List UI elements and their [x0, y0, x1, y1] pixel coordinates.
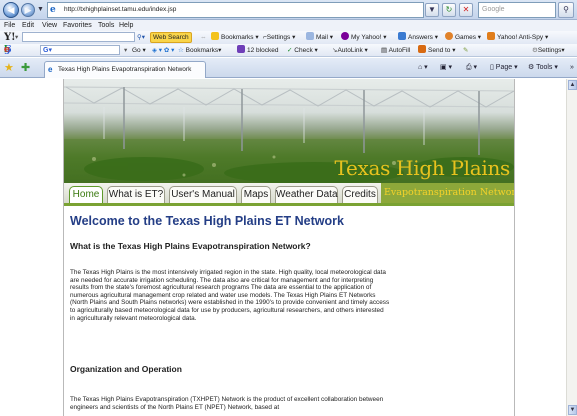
yahoo-logo-icon[interactable]: Y!: [4, 31, 16, 44]
page-menu-button[interactable]: ▯ Page ▾: [490, 62, 518, 74]
page-heading: Welcome to the Texas High Plains ET Netw…: [70, 214, 344, 228]
back-button[interactable]: ◀: [3, 2, 19, 18]
search-placeholder: Google: [482, 6, 505, 13]
autolink-button[interactable]: ↘AutoLink ▾: [332, 44, 368, 57]
print-icon[interactable]: ⎙ ▾: [466, 62, 477, 74]
tools-menu-button[interactable]: ⚙ Tools ▾: [528, 62, 558, 74]
web-search-button[interactable]: Web Search: [150, 32, 192, 43]
favorites-star-icon[interactable]: ★: [4, 61, 14, 74]
menu-edit[interactable]: Edit: [22, 20, 34, 31]
tab-texas-high-plains[interactable]: e Texas High Plains Evapotranspiration N…: [44, 61, 206, 78]
check-icon: ✓: [287, 47, 293, 54]
nav-tab-maps[interactable]: Maps: [241, 186, 271, 203]
popup-blocked-button[interactable]: 12 blocked: [237, 44, 278, 57]
google-bookmarks-button[interactable]: ☆ Bookmarks▾: [178, 44, 221, 57]
games-icon: [445, 32, 453, 40]
yahoo-menu-dropdown-icon[interactable]: ▾: [15, 31, 18, 44]
section-title-what-is: What is the Texas High Plains Evapotrans…: [70, 241, 311, 251]
google-settings-button[interactable]: ⚙Settings▾: [532, 44, 565, 57]
yahoo-answers-button[interactable]: Answers ▾: [398, 31, 438, 44]
site-subtitle: Evapotranspiration Network: [381, 183, 514, 203]
forward-button[interactable]: ▶: [21, 3, 35, 17]
yahoo-antispy-button[interactable]: Yahoo! Anti-Spy ▾: [487, 31, 548, 44]
address-bar-row: ◀ ▶ ▼ e http://txhighplainset.tamu.edu/i…: [0, 0, 577, 20]
search-icon[interactable]: ⚲: [558, 2, 574, 18]
nav-tab-weather-data[interactable]: Weather Data: [275, 186, 338, 203]
feeds-icon[interactable]: ▣ ▾: [440, 62, 452, 74]
site-banner: Texas High Plains: [64, 79, 514, 183]
my-yahoo-icon: [341, 32, 349, 40]
yahoo-toolbar: Y! ▾ ⚲▾ Web Search ⇔ Bookmarks ▾ ⌐Settin…: [0, 31, 577, 44]
nav-tab-what-is-et[interactable]: What is ET?: [107, 186, 165, 203]
menu-favorites[interactable]: Favorites: [63, 20, 92, 31]
nav-tab-home[interactable]: Home: [69, 186, 103, 203]
organization-paragraph: The Texas High Plains Evapotranspiration…: [70, 396, 384, 411]
google-search-dropdown-icon[interactable]: ▾: [124, 44, 127, 57]
nav-tab-credits[interactable]: Credits: [342, 186, 378, 203]
nav-tab-users-manual[interactable]: User's Manual: [169, 186, 237, 203]
google-g-icon: G▾: [43, 47, 52, 54]
menu-file[interactable]: File: [4, 20, 15, 31]
google-search-input[interactable]: G▾: [40, 45, 120, 55]
my-yahoo-button[interactable]: My Yahoo! ▾: [341, 31, 387, 44]
bookmarks-star-icon: ☆: [178, 47, 184, 54]
send-to-button[interactable]: Send to ▾: [418, 44, 456, 57]
yahoo-games-button[interactable]: Games ▾: [445, 31, 481, 44]
bookmarks-star-icon: [211, 32, 219, 40]
popup-blocker-icon: [237, 45, 245, 53]
section-title-organization: Organization and Operation: [70, 364, 182, 374]
url-text: http://txhighplainset.tamu.edu/index.jsp: [64, 6, 177, 13]
search-input[interactable]: Google: [478, 2, 556, 18]
overflow-chevron-icon[interactable]: »: [570, 62, 574, 74]
page-viewport: Texas High Plains Home What is ET? User'…: [0, 79, 566, 416]
site-nav: Home What is ET? User's Manual Maps Weat…: [64, 183, 514, 203]
tab-bar: ★ ✚ e Texas High Plains Evapotranspirati…: [0, 58, 577, 78]
vertical-scrollbar[interactable]: ▲ ▼: [566, 79, 577, 416]
google-page-icons[interactable]: ◈ ▾ ✿ ▾: [152, 44, 174, 57]
spell-check-button[interactable]: ✓ Check ▾: [287, 44, 318, 57]
yahoo-bookmarks-button[interactable]: Bookmarks ▾: [211, 31, 259, 44]
highlight-icon[interactable]: ✎: [463, 44, 468, 57]
autofill-button[interactable]: ▤ AutoFill: [381, 44, 410, 57]
history-dropdown-icon[interactable]: ▼: [37, 6, 44, 13]
ie-page-icon: e: [50, 5, 56, 15]
home-icon[interactable]: ⌂ ▾: [418, 62, 428, 74]
divider-arrow-icon: ⇔: [200, 34, 207, 41]
antispy-icon: [487, 32, 495, 40]
stop-icon[interactable]: ✕: [459, 3, 473, 17]
menu-bar: File Edit View Favorites Tools Help: [0, 20, 577, 31]
refresh-icon[interactable]: ↻: [442, 3, 456, 17]
address-dropdown-icon[interactable]: ▼: [425, 3, 439, 17]
menu-view[interactable]: View: [42, 20, 57, 31]
mail-icon: [306, 32, 314, 40]
address-input[interactable]: e http://txhighplainset.tamu.edu/index.j…: [47, 2, 424, 18]
answers-icon: [398, 32, 406, 40]
yahoo-mail-button[interactable]: Mail ▾: [306, 31, 333, 44]
scroll-down-icon[interactable]: ▼: [568, 405, 577, 415]
autofill-icon: ▤: [381, 47, 388, 54]
google-go-button[interactable]: Go ▾: [132, 44, 146, 57]
intro-paragraph: The Texas High Plains is the most intens…: [70, 269, 390, 322]
menu-tools[interactable]: Tools: [98, 20, 114, 31]
ie-page-icon: e: [48, 65, 53, 74]
site-container: Texas High Plains Home What is ET? User'…: [63, 79, 515, 416]
yahoo-search-input[interactable]: [22, 32, 135, 42]
google-toolbar: Google G▾ ▾ Go ▾ ◈ ▾ ✿ ▾ ☆ Bookmarks▾ 12…: [0, 44, 577, 57]
send-to-icon: [418, 45, 426, 53]
site-title: Texas High Plains: [334, 156, 510, 180]
scroll-up-icon[interactable]: ▲: [568, 80, 577, 90]
menu-help[interactable]: Help: [119, 20, 133, 31]
nav-divider: [64, 203, 514, 206]
yahoo-settings-button[interactable]: ⌐Settings ▾: [263, 31, 295, 44]
tab-title: Texas High Plains Evapotranspiration Net…: [58, 66, 192, 73]
yahoo-search-dropdown-icon[interactable]: ⚲▾: [137, 31, 145, 44]
add-favorites-icon[interactable]: ✚: [21, 61, 30, 74]
